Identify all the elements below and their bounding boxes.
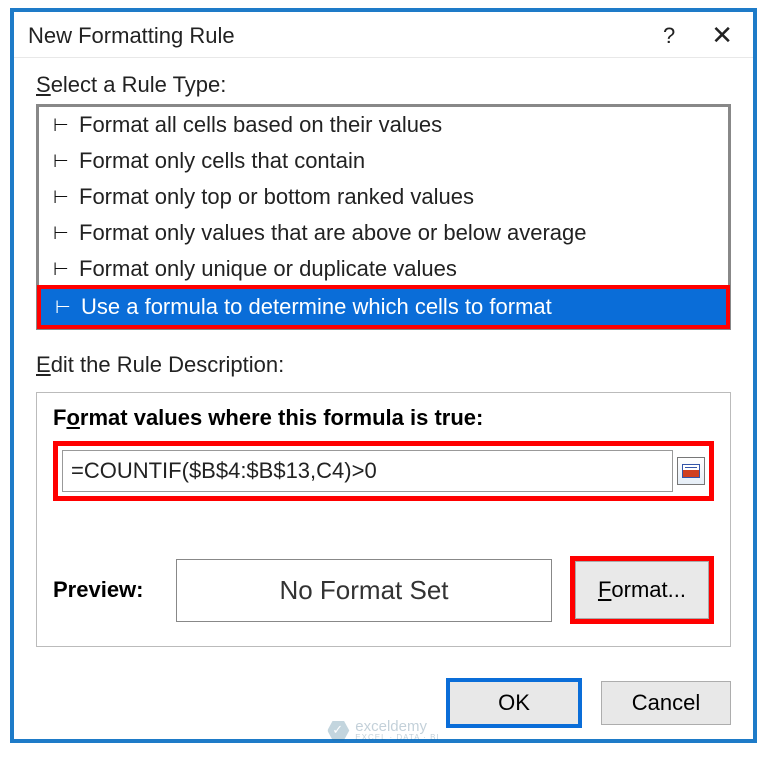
rule-item-label: Format only top or bottom ranked values bbox=[79, 184, 474, 210]
rule-item-above-below[interactable]: ⊢ Format only values that are above or b… bbox=[39, 215, 728, 251]
format-button[interactable]: Format... bbox=[575, 561, 709, 619]
ok-button[interactable]: OK bbox=[449, 681, 579, 725]
rule-icon: ⊢ bbox=[55, 297, 77, 318]
rule-item-label: Format all cells based on their values bbox=[79, 112, 442, 138]
rule-item-all-cells[interactable]: ⊢ Format all cells based on their values bbox=[39, 107, 728, 143]
rule-icon: ⊢ bbox=[53, 223, 75, 244]
rule-item-formula[interactable]: ⊢ Use a formula to determine which cells… bbox=[39, 287, 728, 327]
rule-item-top-bottom[interactable]: ⊢ Format only top or bottom ranked value… bbox=[39, 179, 728, 215]
rule-item-unique-duplicate[interactable]: ⊢ Format only unique or duplicate values bbox=[39, 251, 728, 287]
dialog-button-row: OK Cancel bbox=[14, 665, 753, 739]
new-formatting-rule-dialog: New Formatting Rule ? ✕ Select a Rule Ty… bbox=[14, 12, 753, 739]
refedit-collapse-icon[interactable] bbox=[677, 457, 705, 485]
preview-label: Preview: bbox=[53, 577, 158, 603]
rule-item-contain[interactable]: ⊢ Format only cells that contain bbox=[39, 143, 728, 179]
rule-type-list: ⊢ Format all cells based on their values… bbox=[36, 104, 731, 330]
rule-item-label: Use a formula to determine which cells t… bbox=[81, 294, 552, 320]
formula-row bbox=[53, 441, 714, 501]
preview-sample: No Format Set bbox=[176, 559, 552, 622]
format-button-highlight: Format... bbox=[570, 556, 714, 624]
formula-input[interactable] bbox=[62, 450, 673, 492]
preview-row: Preview: No Format Set Format... bbox=[53, 556, 714, 624]
dialog-title: New Formatting Rule bbox=[28, 23, 663, 49]
rule-item-label: Format only values that are above or bel… bbox=[79, 220, 587, 246]
formula-heading: Format values where this formula is true… bbox=[53, 405, 714, 431]
rule-item-label: Format only cells that contain bbox=[79, 148, 365, 174]
cancel-button[interactable]: Cancel bbox=[601, 681, 731, 725]
rule-icon: ⊢ bbox=[53, 259, 75, 280]
rule-icon: ⊢ bbox=[53, 187, 75, 208]
rule-icon: ⊢ bbox=[53, 115, 75, 136]
help-icon[interactable]: ? bbox=[663, 23, 675, 49]
title-bar: New Formatting Rule ? ✕ bbox=[14, 12, 753, 58]
close-icon[interactable]: ✕ bbox=[705, 20, 739, 51]
select-rule-type-label: Select a Rule Type: bbox=[36, 72, 731, 98]
rule-icon: ⊢ bbox=[53, 151, 75, 172]
edit-rule-description-label: Edit the Rule Description: bbox=[36, 352, 731, 378]
rule-description-box: Format values where this formula is true… bbox=[36, 392, 731, 647]
rule-item-label: Format only unique or duplicate values bbox=[79, 256, 457, 282]
